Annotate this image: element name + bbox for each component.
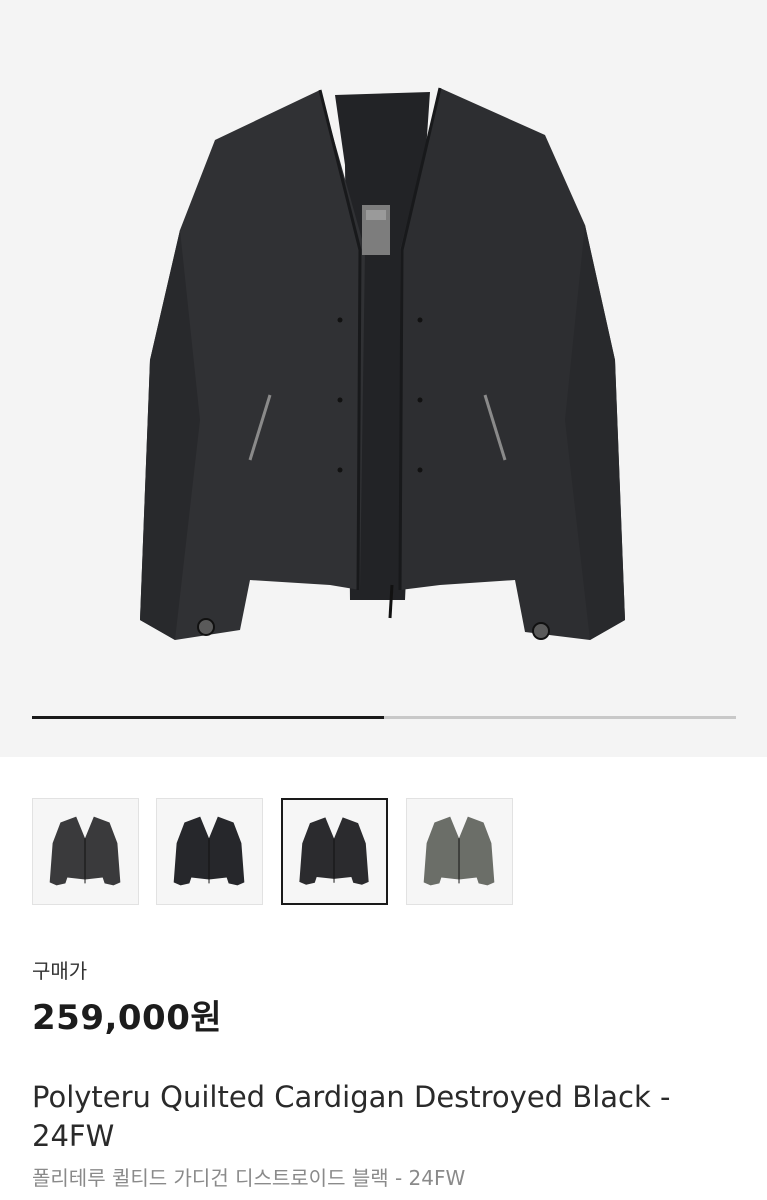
product-price: 259,000원 [32,998,223,1038]
thumbnail-3[interactable] [281,798,388,905]
thumbnail-1[interactable] [32,798,139,905]
gallery-progress-track [32,716,736,719]
thumbnail-4[interactable] [406,798,513,905]
product-image-gallery[interactable] [0,0,767,757]
product-subtitle: 폴리테루 퀼티드 가디건 디스트로이드 블랙 - 24FW [32,1166,466,1190]
charcoal-jacket-thumbnail [49,816,121,886]
destroyed-grey-jacket-thumbnail [423,816,495,886]
thumbnail-strip [32,798,652,908]
price-label: 구매가 [32,959,88,983]
product-title: Polyteru Quilted Cardigan Destroyed Blac… [32,1080,671,1153]
thumbnail-2[interactable] [156,798,263,905]
black-jacket-alt-thumbnail [299,817,369,885]
product-main-image[interactable] [0,0,767,700]
black-jacket-thumbnail [173,816,245,886]
gallery-progress-fill [32,716,384,719]
